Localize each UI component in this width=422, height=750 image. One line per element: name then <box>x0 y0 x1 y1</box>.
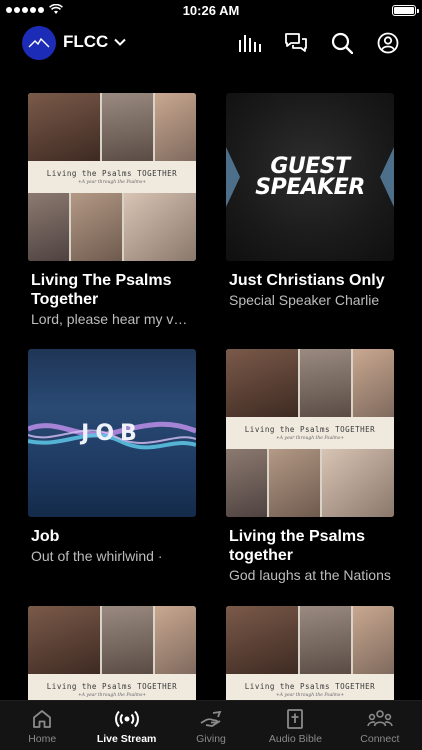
tab-live-stream[interactable]: Live Stream <box>84 701 168 750</box>
tab-label: Connect <box>360 733 400 745</box>
tab-label: Audio Bible <box>268 733 322 745</box>
artwork-banner: Living the Psalms TOGETHER +A year throu… <box>28 161 196 193</box>
messages-button[interactable] <box>284 31 308 55</box>
artwork-accent <box>226 147 240 207</box>
card-subtitle: God laughs at the Nations <box>229 567 391 583</box>
connect-icon <box>367 710 393 727</box>
tab-home[interactable]: Home <box>0 701 84 750</box>
card-title: Living the Psalms together <box>229 528 366 564</box>
audio-bible-icon <box>287 709 304 729</box>
card-title: Just Christians Only <box>229 272 385 289</box>
psalms-artwork: Living the Psalms TOGETHER +A year throu… <box>226 349 394 517</box>
artwork-text: JOB <box>81 420 143 446</box>
mountain-logo-icon <box>28 37 50 48</box>
tab-label: Live Stream <box>96 733 157 745</box>
tab-label: Giving <box>196 733 226 745</box>
bottom-tab-bar: Home Live Stream Giving Audio Bible Conn… <box>0 700 422 750</box>
tab-giving[interactable]: Giving <box>169 701 253 750</box>
photo-collage <box>226 449 394 517</box>
church-logo[interactable] <box>22 26 56 60</box>
content-card[interactable]: Living the Psalms TOGETHER +A year throu… <box>28 93 196 328</box>
status-bar: 10:26 AM <box>0 0 422 22</box>
search-icon <box>331 32 353 54</box>
card-subtitle: Special Speaker Charlie <box>229 292 380 308</box>
card-subtitle: Out of the whirlwind · <box>31 548 163 564</box>
app-header: FLCC <box>0 22 422 66</box>
home-icon <box>33 710 52 728</box>
content-card[interactable]: JOB Job Out of the whirlwind · <box>28 349 196 565</box>
chevron-down-icon <box>114 38 127 46</box>
card-title: Living The Psalms Together <box>31 272 172 308</box>
tab-label: Home <box>28 733 57 745</box>
artwork-banner: Living the Psalms TOGETHER +A year throu… <box>226 417 394 449</box>
photo-collage <box>28 606 196 674</box>
chat-bubbles-icon <box>285 33 307 52</box>
account-icon <box>377 32 399 54</box>
tab-connect[interactable]: Connect <box>338 701 422 750</box>
artwork-text: GUEST SPEAKER <box>255 154 365 200</box>
psalms-artwork: Living the Psalms TOGETHER +A year throu… <box>28 93 196 261</box>
job-artwork: JOB <box>28 349 196 517</box>
tab-audio-bible[interactable]: Audio Bible <box>253 701 337 750</box>
battery-icon <box>392 5 419 16</box>
live-stream-icon <box>114 710 139 728</box>
brand-name: FLCC <box>63 32 109 51</box>
church-switcher[interactable]: FLCC <box>63 32 127 52</box>
artwork-accent <box>380 147 394 207</box>
profile-button[interactable] <box>376 31 400 55</box>
audio-levels-button[interactable] <box>238 31 262 55</box>
photo-collage <box>28 193 196 261</box>
card-subtitle: Lord, please hear my voice <box>31 311 193 327</box>
audio-levels-icon <box>239 35 261 52</box>
photo-collage <box>226 349 394 417</box>
content-card[interactable]: Living the Psalms TOGETHER +A year throu… <box>226 349 394 584</box>
giving-icon <box>200 710 222 727</box>
guest-speaker-artwork: GUEST SPEAKER <box>226 93 394 261</box>
search-button[interactable] <box>330 31 354 55</box>
card-title: Job <box>31 528 60 545</box>
photo-collage <box>226 606 394 674</box>
photo-collage <box>28 93 196 161</box>
content-card[interactable]: GUEST SPEAKER Just Christians Only Speci… <box>226 93 394 309</box>
status-time: 10:26 AM <box>182 3 240 18</box>
